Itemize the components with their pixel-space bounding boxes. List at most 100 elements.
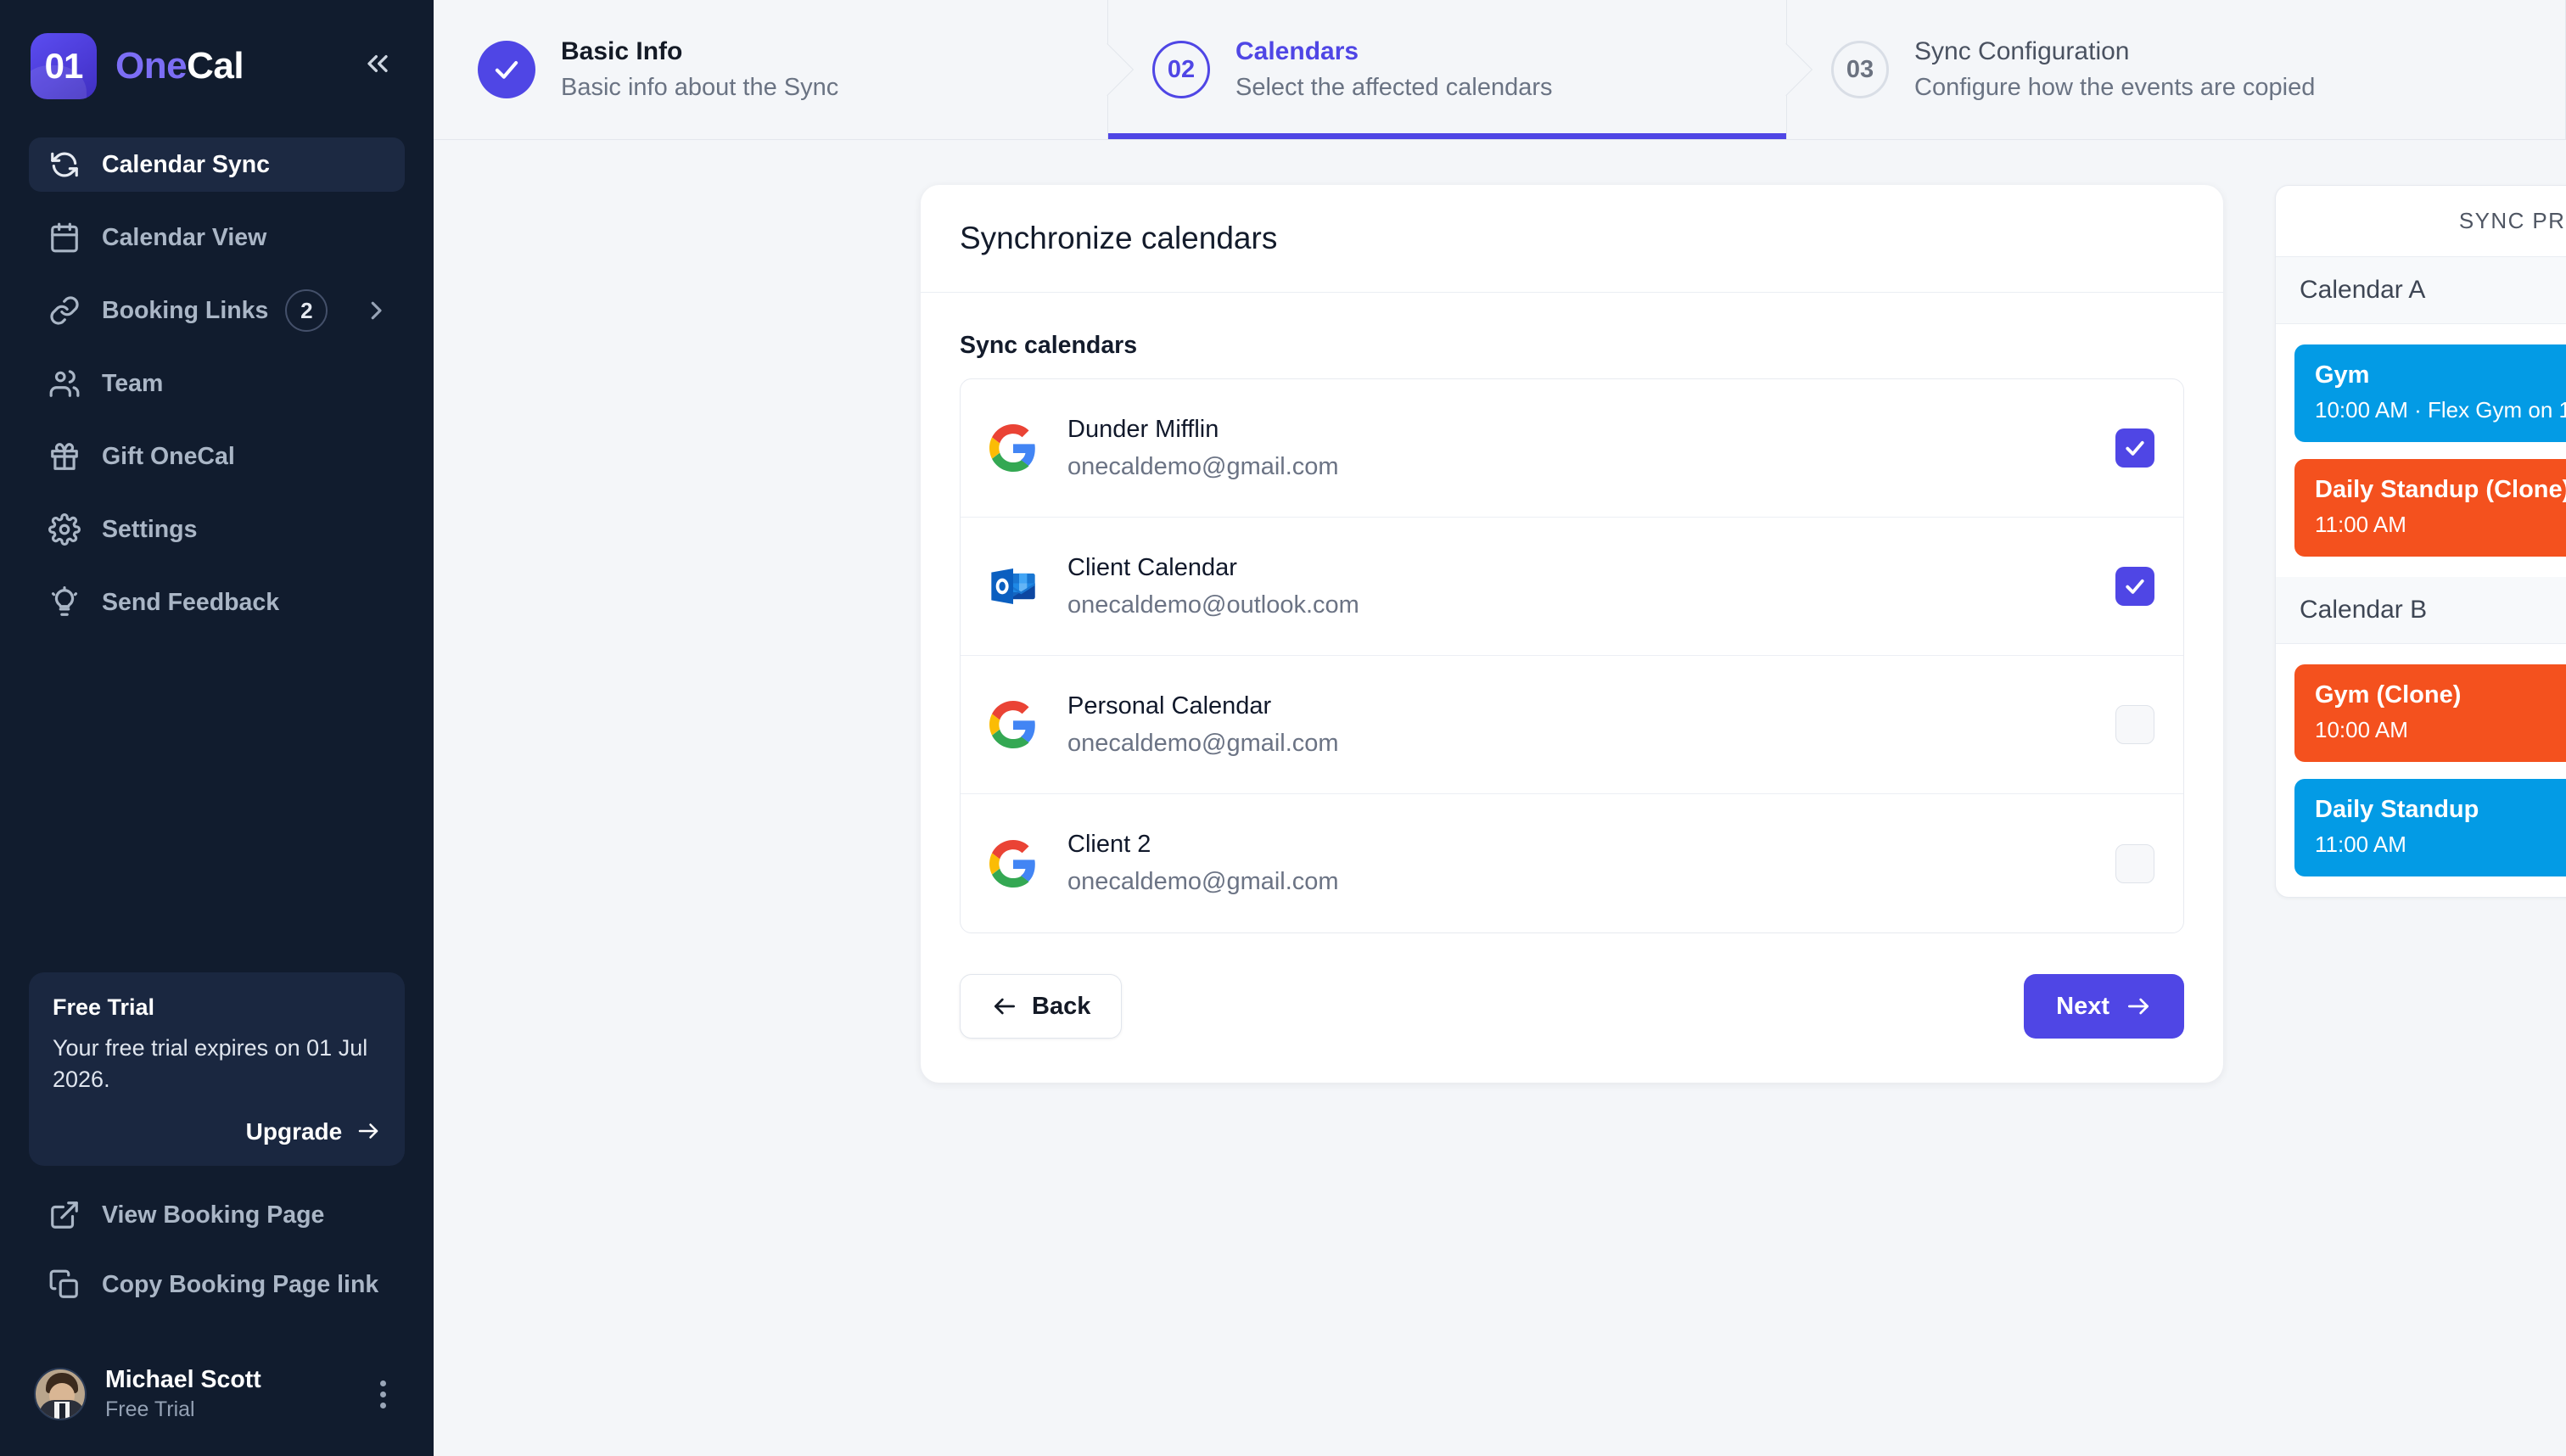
- step-1-text: Basic Info Basic info about the Sync: [561, 37, 838, 102]
- outlook-icon: [986, 559, 1040, 613]
- calendar-meta: Personal Calendar onecaldemo@gmail.com: [1067, 692, 1339, 758]
- user-profile-row[interactable]: Michael Scott Free Trial: [17, 1366, 417, 1422]
- event-subtitle: 11:00 AM: [2315, 512, 2406, 537]
- link-icon: [46, 292, 83, 329]
- event-wrap: Daily Standup (Clone) 11:00 AM: [2276, 451, 2566, 565]
- preview-event[interactable]: Daily Standup (Clone) 11:00 AM: [2294, 459, 2566, 557]
- event-wrap: Gym (Clone) 10:00 AM: [2276, 656, 2566, 770]
- user-name: Michael Scott: [105, 1366, 261, 1393]
- user-menu-icon[interactable]: [367, 1367, 400, 1422]
- synchronize-calendars-card: Synchronize calendars Sync calendars Dun…: [921, 185, 2223, 1083]
- calendar-row[interactable]: Client Calendar onecaldemo@outlook.com: [961, 518, 2183, 656]
- event-title: Gym (Clone): [2315, 681, 2462, 708]
- step-1-title: Basic Info: [561, 37, 683, 65]
- lightbulb-icon: [46, 584, 83, 621]
- calendar-b-events: Gym (Clone) 10:00 AM Daily Standup 11:00…: [2276, 644, 2566, 897]
- step-2-number: 02: [1152, 41, 1210, 98]
- sidebar-item-label: Calendar Sync: [102, 150, 270, 178]
- collapse-sidebar-icon[interactable]: [352, 42, 403, 92]
- sidebar: 01 OneCal Calendar Sync Calendar View Bo…: [0, 0, 434, 1456]
- step-3-text: Sync Configuration Configure how the eve…: [1914, 37, 2315, 102]
- calendar-row[interactable]: Dunder Mifflin onecaldemo@gmail.com: [961, 379, 2183, 518]
- brand-name-one: One: [115, 45, 188, 87]
- sidebar-item-settings[interactable]: Settings: [29, 502, 405, 557]
- sidebar-item-calendar-view[interactable]: Calendar View: [29, 210, 405, 265]
- step-2-subtitle: Select the affected calendars: [1235, 74, 1553, 101]
- google-icon: [986, 421, 1040, 475]
- sync-calendars-label: Sync calendars: [960, 332, 1138, 359]
- event-subtitle: 10:00 AM · Flex Gym on 16th Ave: [2315, 397, 2566, 423]
- logo-text: 01: [44, 46, 84, 86]
- calendar-email: onecaldemo@outlook.com: [1067, 591, 1359, 619]
- calendar-row[interactable]: Personal Calendar onecaldemo@gmail.com: [961, 656, 2183, 794]
- main-content: Basic Info Basic info about the Sync 02 …: [434, 0, 2566, 1456]
- brand-name: OneCal: [115, 45, 244, 87]
- event-title: Daily Standup: [2315, 796, 2479, 823]
- trial-title: Free Trial: [53, 994, 155, 1020]
- sidebar-item-send-feedback[interactable]: Send Feedback: [29, 575, 405, 630]
- sync-preview-header: SYNC PREVIEW: [2276, 186, 2566, 257]
- event-title: Gym: [2315, 361, 2370, 389]
- step-2-title: Calendars: [1235, 37, 1359, 65]
- bottom-link-label: View Booking Page: [102, 1201, 325, 1229]
- gift-icon: [46, 438, 83, 475]
- back-button[interactable]: Back: [960, 974, 1123, 1039]
- user-plan: Free Trial: [105, 1397, 195, 1421]
- calendar-row[interactable]: Client 2 onecaldemo@gmail.com: [961, 794, 2183, 932]
- sidebar-item-booking-links[interactable]: Booking Links 2: [29, 283, 405, 338]
- calendar-list: Dunder Mifflin onecaldemo@gmail.com Clie…: [960, 378, 2184, 933]
- page-title: Synchronize calendars: [960, 221, 1278, 255]
- sidebar-item-label: Booking Links: [102, 296, 269, 324]
- step-1-subtitle: Basic info about the Sync: [561, 74, 839, 101]
- calendar-checkbox[interactable]: [2115, 428, 2154, 468]
- sidebar-item-label: Calendar View: [102, 223, 267, 251]
- calendar-meta: Dunder Mifflin onecaldemo@gmail.com: [1067, 416, 1339, 481]
- sidebar-item-label: Team: [102, 369, 164, 397]
- step-basic-info[interactable]: Basic Info Basic info about the Sync: [434, 0, 1135, 139]
- upgrade-button[interactable]: Upgrade: [53, 1118, 381, 1145]
- sidebar-item-gift-onecal[interactable]: Gift OneCal: [29, 429, 405, 484]
- preview-event[interactable]: Gym 10:00 AM · Flex Gym on 16th Ave: [2294, 344, 2566, 442]
- preview-event[interactable]: Gym (Clone) 10:00 AM: [2294, 664, 2566, 762]
- calendar-checkbox[interactable]: [2115, 843, 2154, 883]
- preview-event[interactable]: Daily Standup 11:00 AM: [2294, 779, 2566, 876]
- event-title: Daily Standup (Clone): [2315, 476, 2566, 503]
- onecal-logo: 01: [31, 33, 97, 99]
- step-calendars[interactable]: 02 Calendars Select the affected calenda…: [1108, 0, 1813, 139]
- copy-icon: [46, 1266, 83, 1303]
- calendar-email: onecaldemo@gmail.com: [1067, 868, 1339, 895]
- gear-icon: [46, 511, 83, 548]
- next-button[interactable]: Next: [2024, 974, 2184, 1039]
- sidebar-item-calendar-sync[interactable]: Calendar Sync: [29, 137, 405, 192]
- sync-preview-panel: SYNC PREVIEW Calendar A Gym 10:00 AM · F…: [2275, 185, 2566, 898]
- step-3-title: Sync Configuration: [1914, 37, 2130, 65]
- brand-name-cal: Cal: [187, 45, 244, 87]
- bottom-link-label: Copy Booking Page link: [102, 1270, 379, 1298]
- calendar-email: onecaldemo@gmail.com: [1067, 729, 1339, 757]
- calendar-email: onecaldemo@gmail.com: [1067, 452, 1339, 480]
- calendar-checkbox[interactable]: [2115, 567, 2154, 606]
- event-subtitle: 10:00 AM: [2315, 717, 2408, 742]
- step-sync-configuration[interactable]: 03 Sync Configuration Configure how the …: [1787, 0, 2566, 139]
- calendar-name: Client Calendar: [1067, 553, 1237, 581]
- step-2-text: Calendars Select the affected calendars: [1235, 37, 1553, 102]
- calendar-meta: Client 2 onecaldemo@gmail.com: [1067, 831, 1339, 896]
- calendar-name: Client 2: [1067, 831, 1151, 858]
- sidebar-item-team[interactable]: Team: [29, 356, 405, 411]
- event-wrap: Daily Standup 11:00 AM: [2276, 770, 2566, 885]
- upgrade-label: Upgrade: [245, 1117, 343, 1145]
- copy-booking-page-link[interactable]: Copy Booking Page link: [29, 1257, 405, 1312]
- card-body: Sync calendars Dunder Mifflin onecaldemo…: [921, 293, 2223, 933]
- brand-row: 01 OneCal: [0, 0, 434, 102]
- view-booking-page-link[interactable]: View Booking Page: [29, 1188, 405, 1242]
- calendar-checkbox[interactable]: [2115, 705, 2154, 744]
- calendar-a-header: Calendar A: [2276, 257, 2566, 324]
- calendar-icon: [46, 219, 83, 256]
- booking-links-badge: 2: [285, 289, 328, 332]
- card-footer: Back Next: [921, 933, 2223, 1083]
- calendar-b-header: Calendar B: [2276, 577, 2566, 644]
- sidebar-item-label: Settings: [102, 515, 198, 543]
- app-root: 01 OneCal Calendar Sync Calendar View Bo…: [0, 0, 2566, 1456]
- sidebar-item-label: Gift OneCal: [102, 442, 235, 470]
- chevron-right-icon[interactable]: [363, 298, 389, 323]
